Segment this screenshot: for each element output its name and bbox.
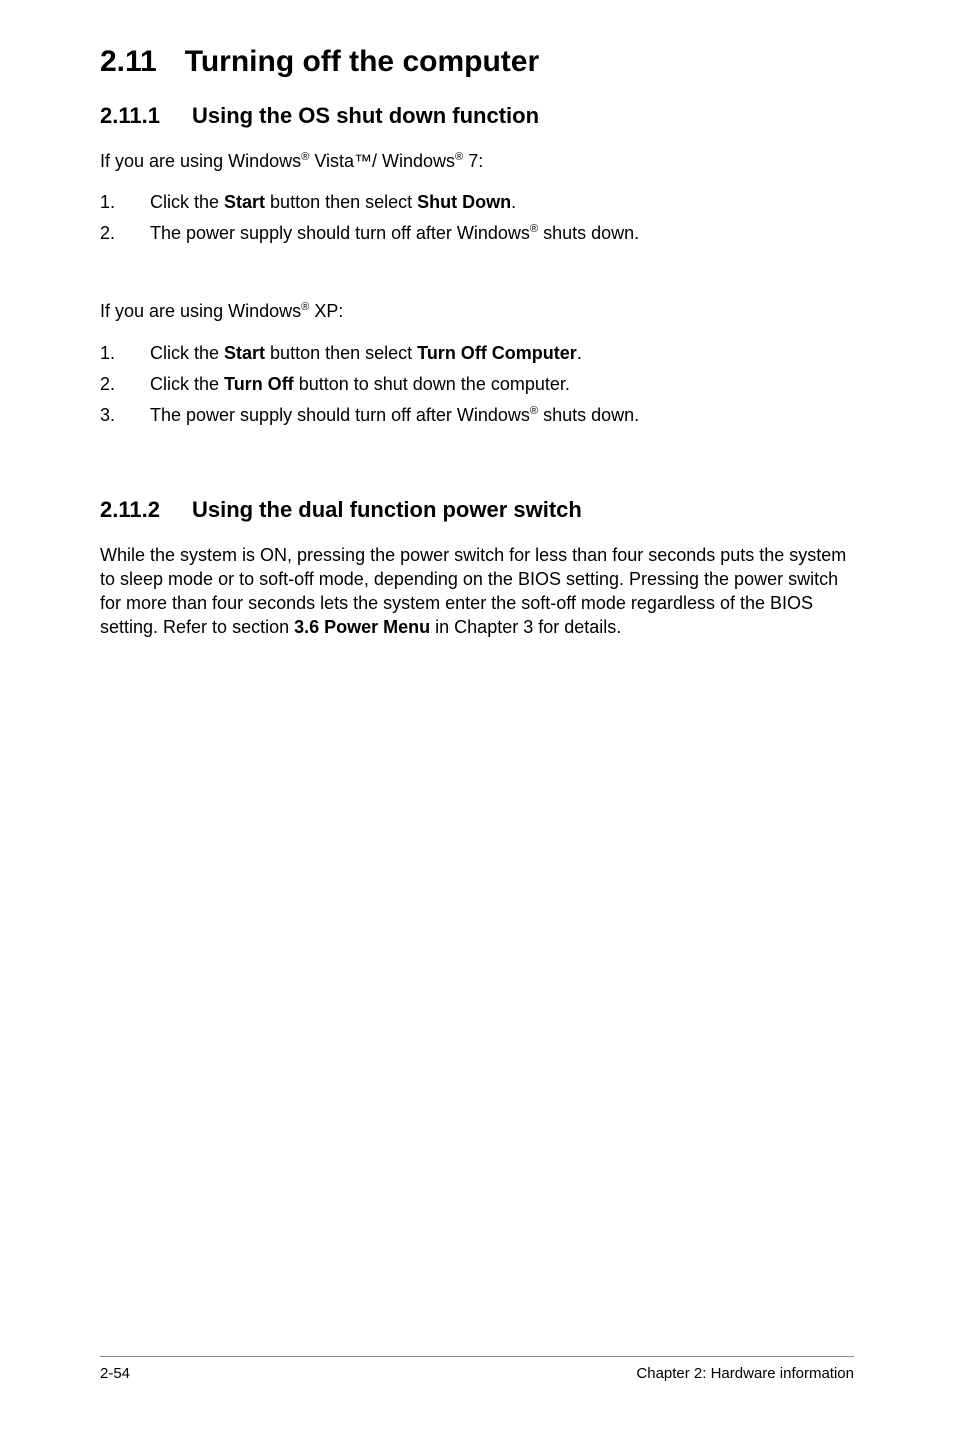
footer-divider <box>100 1356 854 1357</box>
list-item: 2. Click the Turn Off button to shut dow… <box>100 371 854 398</box>
text: If you are using Windows <box>100 301 301 321</box>
text: shuts down. <box>538 223 639 243</box>
text: 7: <box>463 151 483 171</box>
registered-icon: ® <box>530 405 538 417</box>
subsection-1-heading: 2.11.1 Using the OS shut down function <box>100 103 854 129</box>
xp-steps-list: 1. Click the Start button then select Tu… <box>100 340 854 429</box>
xp-intro: If you are using Windows® XP: <box>100 299 854 323</box>
subsection-2-title: Using the dual function power switch <box>192 497 582 522</box>
text: button to shut down the computer. <box>294 374 570 394</box>
text: shuts down. <box>538 405 639 425</box>
text: If you are using Windows <box>100 151 301 171</box>
page-footer: 2-54 Chapter 2: Hardware information <box>0 1356 954 1382</box>
registered-icon: ® <box>530 223 538 235</box>
step-number: 1. <box>100 189 115 216</box>
subsection-2-number: 2.11.2 <box>100 497 160 523</box>
text: Vista™/ Windows <box>309 151 455 171</box>
page-number: 2-54 <box>100 1365 130 1382</box>
subsection-2-heading: 2.11.2 Using the dual function power swit… <box>100 497 854 523</box>
bold-text: Turn Off <box>224 374 294 394</box>
section-number: 2.11 <box>100 45 157 79</box>
bold-text: Shut Down <box>417 192 511 212</box>
vista-intro: If you are using Windows® Vista™/ Window… <box>100 149 854 173</box>
bold-text: 3.6 Power Menu <box>294 617 430 637</box>
section-heading: 2.11 Turning off the computer <box>100 45 854 79</box>
step-number: 2. <box>100 371 115 398</box>
text: The power supply should turn off after W… <box>150 405 530 425</box>
subsection-1-title: Using the OS shut down function <box>192 103 539 128</box>
text: in Chapter 3 for details. <box>430 617 621 637</box>
list-item: 1. Click the Start button then select Sh… <box>100 189 854 216</box>
text: The power supply should turn off after W… <box>150 223 530 243</box>
text: Click the <box>150 192 224 212</box>
text: Click the <box>150 343 224 363</box>
step-number: 1. <box>100 340 115 367</box>
subsection-1-number: 2.11.1 <box>100 103 160 129</box>
text: button then select <box>265 192 417 212</box>
step-number: 2. <box>100 220 115 247</box>
section-title: Turning off the computer <box>185 45 539 78</box>
text: XP: <box>309 301 343 321</box>
subsection-2-paragraph: While the system is ON, pressing the pow… <box>100 543 854 640</box>
list-item: 1. Click the Start button then select Tu… <box>100 340 854 367</box>
step-number: 3. <box>100 402 115 429</box>
text: . <box>577 343 582 363</box>
text: Click the <box>150 374 224 394</box>
text: button then select <box>265 343 417 363</box>
vista-steps-list: 1. Click the Start button then select Sh… <box>100 189 854 247</box>
list-item: 2. The power supply should turn off afte… <box>100 220 854 247</box>
bold-text: Start <box>224 192 265 212</box>
list-item: 3. The power supply should turn off afte… <box>100 402 854 429</box>
chapter-label: Chapter 2: Hardware information <box>636 1365 854 1382</box>
bold-text: Turn Off Computer <box>417 343 577 363</box>
text: . <box>511 192 516 212</box>
bold-text: Start <box>224 343 265 363</box>
